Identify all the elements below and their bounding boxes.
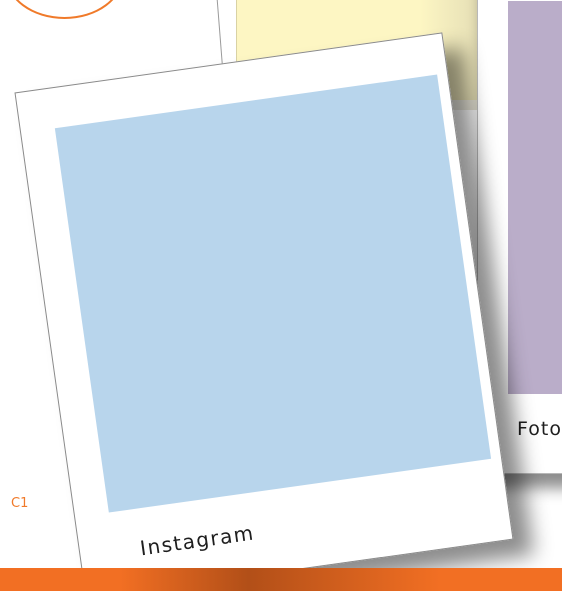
page-code: C1 [11,496,29,511]
polaroid-instagram-photo [54,74,492,513]
polaroid-foto-photo [508,1,562,394]
scene: Foto Instagram C1 [0,0,562,591]
polaroid-instagram-caption: Instagram [138,520,256,561]
footer-bar-shadow [120,568,440,591]
polaroid-instagram[interactable]: Instagram [14,32,514,591]
polaroid-foto-caption: Foto [517,418,562,440]
